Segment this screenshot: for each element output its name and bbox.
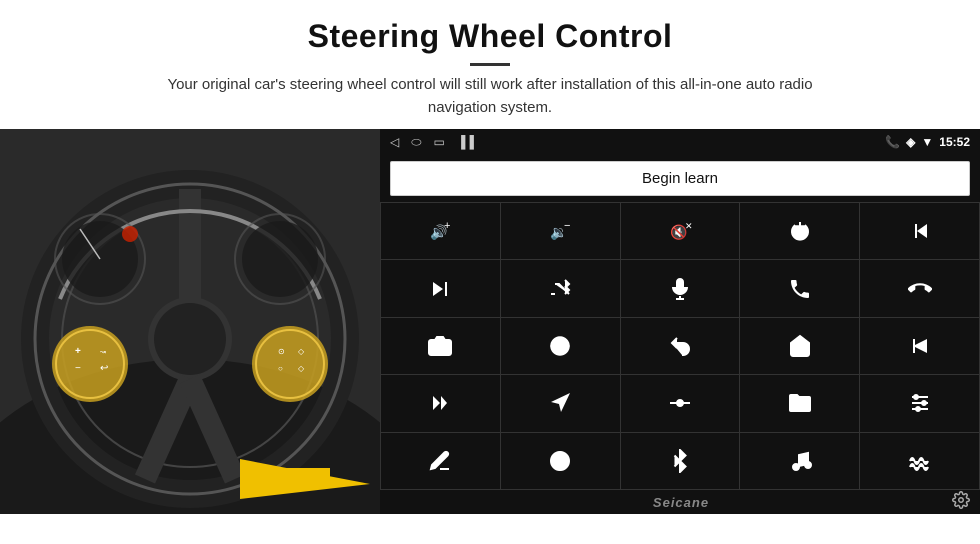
controls-grid: 🔊+ 🔉− 🔇✕ xyxy=(380,202,980,490)
back-button[interactable] xyxy=(621,318,740,374)
home-nav-icon[interactable]: ⬭ xyxy=(411,135,421,150)
fast-forward-button[interactable] xyxy=(381,375,500,431)
begin-learn-row: Begin learn xyxy=(380,155,980,202)
home-button[interactable] xyxy=(740,318,859,374)
wifi-icon: ▼ xyxy=(921,135,933,149)
svg-text:−: − xyxy=(564,220,570,232)
svg-text:✕: ✕ xyxy=(685,221,692,231)
shuffle-button[interactable] xyxy=(501,260,620,316)
camera-button[interactable] xyxy=(381,318,500,374)
seicane-logo: Seicane xyxy=(410,495,952,510)
bluetooth-button[interactable] xyxy=(621,433,740,489)
svg-text:◇: ◇ xyxy=(298,364,305,373)
phone-end-button[interactable] xyxy=(860,260,979,316)
header: Steering Wheel Control Your original car… xyxy=(0,0,980,129)
status-right: 📞 ◈ ▼ 15:52 xyxy=(885,135,970,149)
svg-text:⊙: ⊙ xyxy=(278,347,285,356)
status-bar: ◁ ⬭ ▭ ▐▐ 📞 ◈ ▼ 15:52 xyxy=(380,129,980,155)
360-view-button[interactable]: 360° xyxy=(501,318,620,374)
navigate-button[interactable] xyxy=(501,375,620,431)
vol-up-button[interactable]: 🔊+ xyxy=(381,203,500,259)
skip-back-button[interactable] xyxy=(860,318,979,374)
status-nav-icons: ◁ ⬭ ▭ ▐▐ xyxy=(390,135,474,150)
svg-text:◇: ◇ xyxy=(298,347,305,356)
pen-button[interactable] xyxy=(381,433,500,489)
power-button[interactable] xyxy=(740,203,859,259)
vol-mute-button[interactable]: 🔇✕ xyxy=(621,203,740,259)
page-title: Steering Wheel Control xyxy=(60,18,920,55)
prev-track-call-button[interactable] xyxy=(860,203,979,259)
equalizer-button[interactable] xyxy=(621,375,740,431)
back-nav-icon[interactable]: ◁ xyxy=(390,135,399,149)
vol-down-button[interactable]: 🔉− xyxy=(501,203,620,259)
signal-icon: ▐▐ xyxy=(457,135,474,149)
recent-nav-icon[interactable]: ▭ xyxy=(433,135,444,149)
headunit-panel: ◁ ⬭ ▭ ▐▐ 📞 ◈ ▼ 15:52 Begin learn 🔊+ 🔉− xyxy=(380,129,980,514)
svg-text:○: ○ xyxy=(278,364,283,373)
svg-text:360°: 360° xyxy=(556,344,566,350)
bottom-bar: Seicane xyxy=(380,490,980,514)
settings-gear-button[interactable] xyxy=(952,491,970,514)
location-icon: ◈ xyxy=(906,135,915,149)
phone-icon: 📞 xyxy=(885,135,900,149)
svg-text:+: + xyxy=(444,220,450,232)
svg-text:↝: ↝ xyxy=(100,349,106,356)
steering-wheel-image: + ↝ − ↩ ⊙ ◇ ○ ◇ xyxy=(0,129,380,514)
header-description: Your original car's steering wheel contr… xyxy=(140,74,840,119)
next-button[interactable] xyxy=(381,260,500,316)
music-settings-button[interactable] xyxy=(740,433,859,489)
svg-text:−: − xyxy=(75,363,81,374)
sliders-button[interactable] xyxy=(860,375,979,431)
svg-text:+: + xyxy=(75,346,81,357)
wave-button[interactable] xyxy=(860,433,979,489)
mic-button[interactable] xyxy=(621,260,740,316)
content-area: + ↝ − ↩ ⊙ ◇ ○ ◇ xyxy=(0,129,980,514)
title-divider xyxy=(470,63,510,66)
circle-button[interactable] xyxy=(501,433,620,489)
begin-learn-button[interactable]: Begin learn xyxy=(390,161,970,196)
clock: 15:52 xyxy=(939,135,970,149)
phone-answer-button[interactable] xyxy=(740,260,859,316)
svg-text:↩: ↩ xyxy=(100,363,108,374)
folder-button[interactable] xyxy=(740,375,859,431)
